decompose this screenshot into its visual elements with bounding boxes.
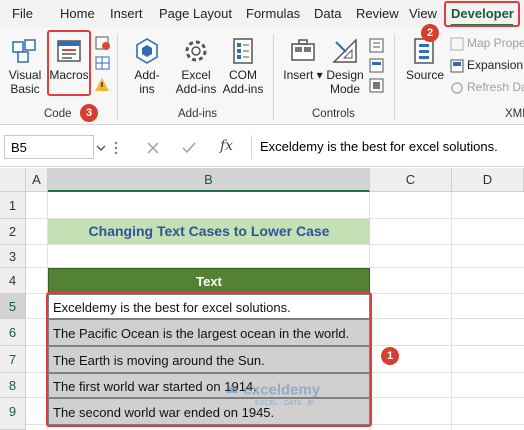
toolbox-icon [291,39,315,61]
insert-function-icon[interactable]: fx [220,138,233,154]
ribbon-separator [273,34,274,120]
tab-view[interactable]: View [409,6,437,21]
row-header-4[interactable]: 4 [0,268,26,294]
sheet-title[interactable]: Changing Text Cases to Lower Case [48,219,370,244]
insert-control-button[interactable]: Insert ▾ [283,36,323,82]
row-header-7[interactable]: 7 [0,346,26,373]
tab-formulas[interactable]: Formulas [246,6,300,21]
name-box[interactable]: B5 [4,135,94,159]
source-button[interactable]: Source [404,36,446,82]
visual-basic-label-1: Visual [8,68,42,82]
row-header-3[interactable]: 3 [0,245,26,268]
watermark-tagline: EXCEL · DATA · BI [255,400,314,407]
row-header-9[interactable]: 9 [0,398,26,430]
visual-basic-button[interactable]: Visual Basic [6,36,44,96]
com-add-ins-label-1: COM [229,68,257,82]
chevron-down-icon: ▾ [316,68,323,82]
design-mode-button[interactable]: Design Mode [324,36,366,96]
properties-view-code-icons[interactable] [368,38,386,94]
excel-add-ins-label-1: Excel [181,68,211,82]
design-mode-label-1: Design [326,68,364,82]
step-3-badge: 3 [80,104,98,122]
text-column-header[interactable]: Text [48,268,370,294]
developer-highlight-box [444,1,520,27]
name-box-dropdown-icon[interactable] [96,143,106,153]
row-header-1[interactable]: 1 [0,192,26,219]
refresh-data-icon [451,82,463,94]
watermark: exceldemy [225,381,320,399]
tab-insert[interactable]: Insert [110,6,143,21]
tab-review[interactable]: Review [356,6,399,21]
gridline [451,192,452,430]
selection-highlight-box [46,292,372,427]
row-header-5[interactable]: 5 [0,294,26,319]
tab-page-layout[interactable]: Page Layout [159,6,232,21]
column-header-d[interactable]: D [452,168,524,192]
formula-input[interactable]: Exceldemy is the best for excel solution… [251,135,524,159]
visual-basic-label-2: Basic [10,82,40,96]
refresh-data-button[interactable]: Refresh Da [467,80,524,94]
com-add-ins-label-2: Add-ins [222,82,264,96]
com-add-ins-button[interactable]: COM Add-ins [221,36,265,96]
design-mode-icon [332,38,357,63]
more-options-icon [114,141,118,155]
map-properties-button[interactable]: Map Prope [467,36,524,50]
step-1-badge: 1 [381,347,399,365]
add-ins-group-label: Add-ins [178,108,217,120]
column-header-c[interactable]: C [370,168,452,192]
select-all-corner[interactable] [0,168,26,192]
column-header-b[interactable]: B [48,168,370,192]
column-header-a[interactable]: A [26,168,48,192]
code-group-label: Code [44,108,72,120]
row-header-8[interactable]: 8 [0,373,26,398]
add-ins-label-2: ins [139,82,155,96]
cancel-icon[interactable] [147,142,159,154]
tab-file[interactable]: File [12,6,33,21]
add-ins-icon [136,38,158,64]
row-header-2[interactable]: 2 [0,219,26,245]
record-macro-icons[interactable] [94,36,112,94]
excel-add-ins-button[interactable]: Excel Add-ins [172,36,220,96]
add-ins-label-1: Add- [134,68,160,82]
expansion-packs-icon [450,59,464,73]
controls-group-label: Controls [312,108,355,120]
map-properties-icon [450,37,464,51]
com-add-ins-icon [233,38,253,64]
ribbon-separator [394,34,395,120]
gridline [26,244,524,245]
design-mode-label-2: Mode [329,82,361,96]
source-label: Source [405,68,445,82]
macros-highlight-box [47,30,91,96]
step-2-badge: 2 [421,24,439,42]
add-ins-button[interactable]: Add- ins [127,36,167,96]
ribbon-separator [117,34,118,120]
tab-home[interactable]: Home [60,6,95,21]
expansion-packs-button[interactable]: Expansion [467,58,523,72]
tab-data[interactable]: Data [314,6,341,21]
enter-icon[interactable] [182,142,196,154]
visual-basic-icon [12,39,36,63]
watermark-name: exceldemy [243,381,321,399]
gear-icon [185,40,207,62]
row-header-6[interactable]: 6 [0,319,26,346]
excel-add-ins-label-2: Add-ins [175,82,217,96]
xml-group-label: XML [505,108,524,120]
watermark-logo-icon [226,383,238,393]
insert-control-label: Insert [283,68,314,82]
